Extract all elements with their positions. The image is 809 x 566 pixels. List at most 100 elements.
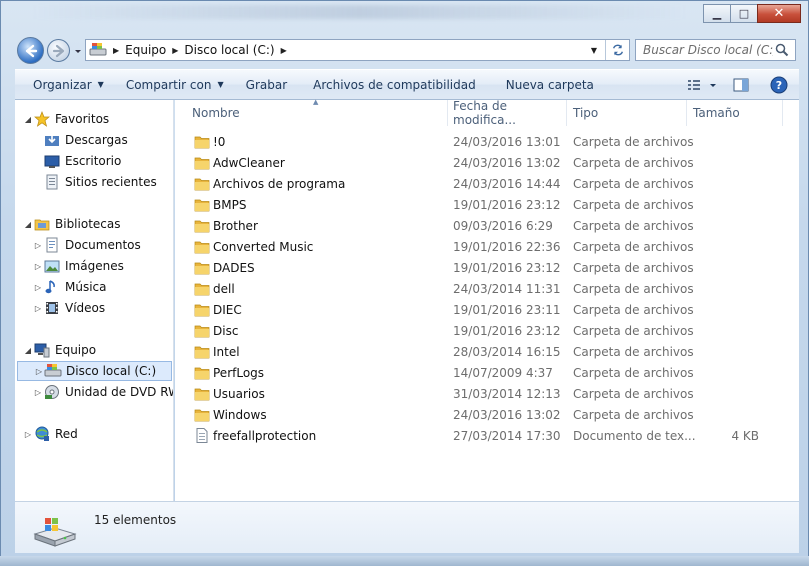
file-name: freefallprotection (213, 428, 317, 443)
column-header-size[interactable]: Tamaño (687, 100, 783, 126)
help-button[interactable]: ? (759, 70, 799, 99)
sidebar-item-imagenes[interactable]: ▷ Imágenes (33, 256, 124, 276)
column-header-name[interactable]: Nombre (186, 100, 448, 126)
file-name: Archivos de programa (213, 176, 346, 191)
collapse-triangle-icon[interactable]: ◢ (23, 115, 33, 124)
folder-icon (194, 325, 210, 338)
file-row[interactable]: BMPS 19/01/2016 23:12 Carpeta de archivos (175, 194, 799, 215)
sidebar-item-sitios-recientes[interactable]: Sitios recientes (43, 172, 157, 192)
breadcrumb-separator[interactable]: ▶ (172, 46, 178, 55)
videos-icon (43, 300, 61, 316)
sidebar-item-disco-local[interactable]: ▷ Disco local (C:) (17, 361, 172, 381)
file-row[interactable]: Brother 09/03/2016 6:29 Carpeta de archivo… (175, 215, 799, 236)
sidebar-item-escritorio[interactable]: Escritorio (43, 151, 121, 171)
file-row[interactable]: PerfLogs 14/07/2009 4:37 Carpeta de archiv… (175, 362, 799, 383)
breadcrumb-equipo[interactable]: Equipo (125, 43, 166, 57)
sidebar-item-dvd-drive[interactable]: ▷ Unidad de DVD RW ( (33, 382, 173, 402)
recent-pages-dropdown-icon[interactable] (73, 46, 83, 56)
folder-icon (194, 262, 210, 275)
change-view-button[interactable] (681, 70, 723, 99)
file-row[interactable]: dell 24/03/2014 11:31 Carpeta de archivos (175, 278, 799, 299)
sidebar-item-videos[interactable]: ▷ Vídeos (33, 298, 105, 318)
refresh-button[interactable] (605, 40, 629, 60)
dvd-drive-icon (43, 384, 61, 400)
breadcrumb-separator[interactable]: ▶ (281, 46, 287, 55)
file-row[interactable]: Intel 28/03/2014 16:15 Carpeta de archivos (175, 341, 799, 362)
close-icon: ✕ (773, 6, 785, 21)
expand-triangle-icon[interactable]: ▷ (23, 430, 33, 439)
sidebar-item-equipo[interactable]: ◢ Equipo (23, 340, 96, 360)
new-folder-button[interactable]: Nueva carpeta (497, 70, 603, 99)
folder-icon (194, 388, 210, 401)
address-history-dropdown[interactable]: ▼ (587, 40, 601, 60)
file-list: ▲ Nombre Fecha de modifica... Tipo Tamañ… (175, 98, 799, 501)
new-folder-label: Nueva carpeta (505, 77, 594, 92)
compatibility-label: Archivos de compatibilidad (313, 77, 476, 92)
search-box[interactable] (635, 39, 796, 61)
expand-triangle-icon[interactable]: ▷ (33, 388, 43, 397)
search-input[interactable] (643, 43, 773, 57)
burn-button[interactable]: Grabar (237, 70, 297, 99)
arrow-right-icon (52, 44, 64, 57)
file-type: Carpeta de archivos (573, 218, 694, 233)
sidebar-item-bibliotecas[interactable]: ◢ Bibliotecas (23, 214, 121, 234)
file-type: Carpeta de archivos (573, 134, 694, 149)
organize-button[interactable]: Organizar ▼ (24, 70, 113, 99)
collapse-triangle-icon[interactable]: ◢ (23, 220, 33, 229)
search-icon[interactable] (775, 43, 789, 57)
address-bar[interactable]: ▶ Equipo ▶ Disco local (C:) ▶ ▼ (85, 39, 630, 61)
file-row[interactable]: Usuarios 31/03/2014 12:13 Carpeta de archi… (175, 383, 799, 404)
sidebar-item-favoritos[interactable]: ◢ Favoritos (23, 109, 109, 129)
file-row[interactable]: Archivos de programa 24/03/2016 14:44 Carp… (175, 173, 799, 194)
file-row[interactable]: freefallprotection 27/03/2014 17:30 Docume… (175, 425, 799, 446)
file-row[interactable]: !0 24/03/2016 13:01 Carpeta de archivos (175, 131, 799, 152)
file-row[interactable]: Windows 24/03/2016 13:02 Carpeta de archiv… (175, 404, 799, 425)
file-row[interactable]: DIEC 19/01/2016 23:11 Carpeta de archivos (175, 299, 799, 320)
sidebar-item-label: Escritorio (65, 154, 122, 168)
file-date: 19/01/2016 23:12 (453, 323, 561, 338)
svg-text:?: ? (776, 79, 782, 92)
recent-places-icon (43, 174, 61, 190)
explorer-window: ▁ □ ✕ ▶ Equipo ▶ Disco local (C:) ▶ ▼ Bu… (0, 0, 809, 566)
share-button[interactable]: Compartir con ▼ (117, 70, 233, 99)
column-header-date[interactable]: Fecha de modifica... (447, 99, 567, 127)
computer-icon (33, 342, 51, 358)
column-header-label: Fecha de modifica... (453, 99, 516, 127)
file-date: 24/03/2016 13:01 (453, 134, 561, 149)
column-header-type[interactable]: Tipo (567, 100, 687, 126)
file-row[interactable]: AdwCleaner 24/03/2016 13:02 Carpeta de arc… (175, 152, 799, 173)
file-type: Carpeta de archivos (573, 239, 694, 254)
file-date: 27/03/2014 17:30 (453, 428, 561, 443)
maximize-button[interactable]: □ (730, 4, 758, 23)
sidebar-item-documentos[interactable]: ▷ Documentos (33, 235, 141, 255)
expand-triangle-icon[interactable]: ▷ (33, 283, 43, 292)
breadcrumb-disco-local[interactable]: Disco local (C:) (184, 43, 274, 57)
sidebar-item-red[interactable]: ▷ Red (23, 424, 78, 444)
forward-button[interactable] (47, 39, 70, 62)
expand-triangle-icon[interactable]: ▷ (33, 241, 43, 250)
sidebar-item-descargas[interactable]: Descargas (43, 130, 128, 150)
back-button[interactable] (17, 37, 44, 64)
breadcrumb-separator[interactable]: ▶ (113, 46, 119, 55)
sidebar-item-label: Disco local (C:) (66, 364, 157, 378)
close-button[interactable]: ✕ (757, 4, 801, 23)
file-row[interactable]: DADES 19/01/2016 23:12 Carpeta de archivos (175, 257, 799, 278)
minimize-button[interactable]: ▁ (703, 4, 731, 23)
preview-pane-button[interactable] (723, 70, 759, 99)
compatibility-files-button[interactable]: Archivos de compatibilidad (304, 70, 485, 99)
file-row[interactable]: Converted Music 19/01/2016 22:36 Carpeta d… (175, 236, 799, 257)
details-pane: 15 elementos (15, 501, 799, 553)
expand-triangle-icon[interactable]: ▷ (33, 304, 43, 313)
file-name: !0 (213, 134, 226, 149)
file-type: Carpeta de archivos (573, 176, 694, 191)
view-controls: ? (681, 70, 799, 99)
expand-triangle-icon[interactable]: ▷ (33, 262, 43, 271)
expand-triangle-icon[interactable]: ▷ (34, 367, 44, 376)
file-name: Brother (213, 218, 258, 233)
help-icon: ? (770, 76, 788, 93)
collapse-triangle-icon[interactable]: ◢ (23, 346, 33, 355)
file-name: DADES (213, 260, 255, 275)
refresh-icon (612, 44, 623, 56)
sidebar-item-musica[interactable]: ▷ Música (33, 277, 107, 297)
file-row[interactable]: Disc 19/01/2016 23:12 Carpeta de archivos (175, 320, 799, 341)
